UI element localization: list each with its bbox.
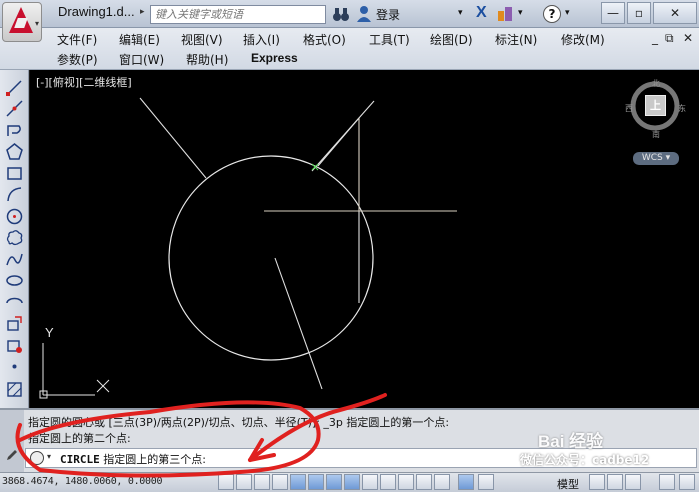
viewcube-west[interactable]: 西 [625,103,633,114]
quick-view-button[interactable] [625,474,641,490]
construction-line [317,117,360,167]
viewport-controls-label[interactable]: [-][俯视][二维线框] [36,74,132,90]
command-history-line: 指定圆的圆心或 [三点(3P)/两点(2P)/切点、切点、半径(T)]: _3p… [28,416,450,429]
quick-properties-button[interactable] [434,474,450,490]
viewcube-north[interactable]: 北 [652,78,660,89]
layout1-button[interactable] [589,474,605,490]
chevron-down-icon: ▾ [34,19,39,28]
grid-button[interactable] [254,474,270,490]
command-window-handle[interactable] [0,410,24,472]
lineweight-button[interactable] [398,474,414,490]
pencil-icon [7,450,17,460]
workspace-button[interactable] [659,474,675,490]
infer-constraints-button[interactable] [218,474,234,490]
drawn-circle [168,155,374,361]
viewcube-east[interactable]: 东 [678,103,686,114]
current-command-name: CIRCLE [60,453,100,466]
osnap-button[interactable] [308,474,324,490]
construction-line [274,257,323,390]
model-tab[interactable]: 模型 [557,476,579,492]
viewcube-south[interactable]: 南 [652,129,660,140]
current-prompt-text: 指定圆上的第三个点: [103,453,206,466]
transparency-button[interactable] [416,474,432,490]
recent-commands-dropdown[interactable]: ▾ [47,452,51,461]
polar-button[interactable] [290,474,306,490]
clean-screen-button[interactable] [679,474,695,490]
coordinates-readout[interactable]: 3868.4674, 1480.0060, 0.0000 [2,476,162,487]
selection-cycling-button[interactable] [458,474,474,490]
command-prompt: CIRCLE 指定圆上的第三个点: [60,451,206,467]
command-history-line: 指定圆上的第二个点: [28,432,131,445]
application-menu-button[interactable]: ▾ [2,2,42,42]
snap-mode-button[interactable] [236,474,252,490]
viewcube-top-face[interactable]: 上 [645,95,666,116]
customize-icon[interactable] [30,451,44,465]
wcs-menu-button[interactable]: WCS ▾ [633,152,679,165]
ucs-y-label: Y [45,325,54,340]
annotation-monitor-button[interactable] [478,474,494,490]
construction-line [139,97,207,179]
ducs-button[interactable] [362,474,378,490]
watermark-subtitle: 微信公众号：cadbe12 [520,453,650,467]
ucs-x-label [96,379,110,393]
watermark-logo: Bai 经验 [538,432,604,451]
otrack-button[interactable] [344,474,360,490]
ortho-button[interactable] [272,474,288,490]
dyn-button[interactable] [380,474,396,490]
layout2-button[interactable] [607,474,623,490]
3d-osnap-button[interactable] [326,474,342,490]
